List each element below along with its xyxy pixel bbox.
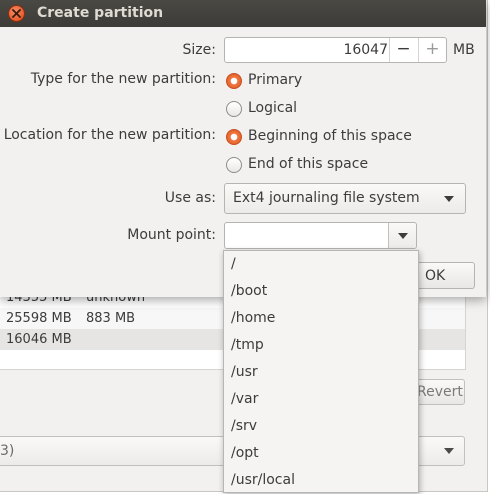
radio-primary-label[interactable]: Primary	[248, 72, 302, 88]
mount-option-label: /srv	[231, 418, 258, 434]
radio-logical-label[interactable]: Logical	[248, 100, 297, 116]
radio-primary[interactable]	[226, 73, 242, 89]
chevron-down-icon	[444, 196, 454, 202]
mount-option-srv[interactable]: /srv	[224, 414, 418, 441]
radio-beginning-label[interactable]: Beginning of this space	[248, 128, 412, 144]
mount-point-combo[interactable]	[224, 222, 417, 249]
mount-option-boot[interactable]: /boot	[224, 279, 418, 306]
size-input[interactable]: 16047	[225, 42, 388, 58]
location-label: Location for the new partition:	[3, 127, 216, 143]
row-size: 16046 MB	[6, 332, 72, 347]
mount-option-label: /var	[231, 391, 259, 407]
mount-option-usr-local[interactable]: /usr/local	[224, 468, 418, 492]
mount-option-home[interactable]: /home	[224, 306, 418, 333]
mount-option-label: /boot	[231, 283, 268, 299]
mount-option-opt[interactable]: /opt	[224, 441, 418, 468]
mount-option-label: /opt	[231, 445, 259, 461]
revert-button[interactable]: Revert	[412, 379, 465, 405]
ok-label: OK	[425, 268, 446, 284]
radio-end-label[interactable]: End of this space	[248, 156, 368, 172]
close-button[interactable]	[8, 5, 25, 22]
mount-option-label: /home	[231, 310, 276, 326]
mount-option-label: /	[231, 256, 236, 272]
radio-end[interactable]	[226, 157, 242, 173]
type-label: Type for the new partition:	[30, 71, 216, 87]
mount-option-label: /usr/local	[231, 472, 295, 488]
use-as-combo[interactable]: Ext4 journaling file system	[224, 183, 466, 214]
size-label: Size:	[182, 42, 216, 58]
mount-point-label: Mount point:	[127, 227, 216, 243]
boot-device-text: 3)	[0, 443, 15, 459]
mount-option-usr[interactable]: /usr	[224, 360, 418, 387]
mount-option-root[interactable]: /	[224, 252, 418, 279]
radio-logical[interactable]	[226, 101, 242, 117]
close-icon	[12, 9, 21, 18]
size-spinbutton[interactable]: 16047 − +	[224, 37, 447, 63]
mount-point-dropdown-button[interactable]	[388, 223, 416, 248]
increment-button[interactable]: +	[418, 38, 446, 62]
dialog-title: Create partition	[37, 5, 164, 21]
mount-option-var[interactable]: /var	[224, 387, 418, 414]
use-as-label: Use as:	[164, 190, 216, 206]
use-as-value: Ext4 journaling file system	[233, 190, 420, 206]
row-used: 883 MB	[86, 311, 136, 326]
ok-button[interactable]: OK	[412, 262, 475, 289]
revert-label: Revert	[417, 384, 463, 400]
mount-option-label: /usr	[231, 364, 258, 380]
mount-option-tmp[interactable]: /tmp	[224, 333, 418, 360]
chevron-down-icon	[398, 233, 408, 239]
radio-beginning[interactable]	[226, 129, 242, 145]
titlebar: Create partition	[0, 0, 486, 27]
chevron-down-icon	[444, 448, 454, 454]
row-size: 25598 MB	[6, 311, 72, 326]
size-unit: MB	[453, 42, 475, 58]
decrement-button[interactable]: −	[389, 38, 417, 62]
mount-option-label: /tmp	[231, 337, 264, 353]
mount-point-dropdown-list: / /boot /home /tmp /usr /var /srv /opt /…	[223, 250, 419, 493]
